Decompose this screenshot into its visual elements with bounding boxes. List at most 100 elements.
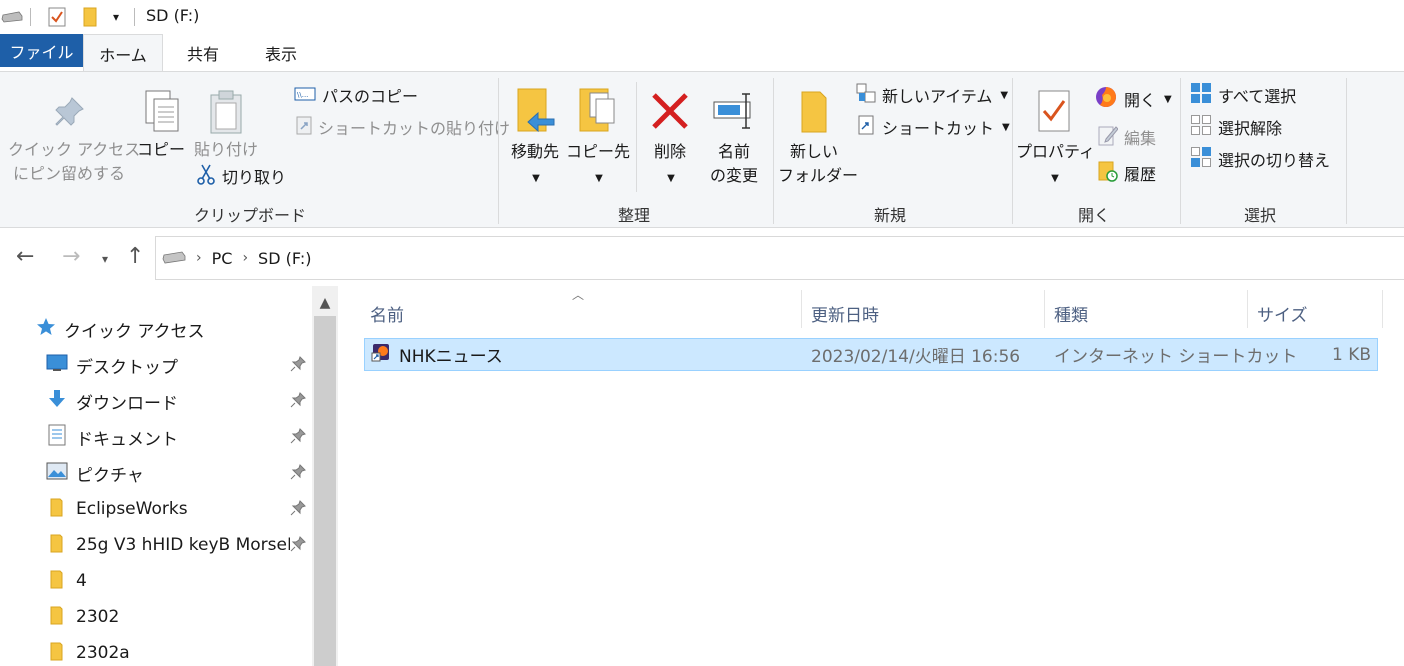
group-separator [636,82,637,192]
nav-item-label: 4 [76,571,87,591]
new-group-label: 新規 [873,206,906,225]
move-to-dropdown-icon: ▼ [532,173,540,184]
select-group-label: 選択 [1243,206,1276,225]
file-row[interactable]: NHKニュース 2023/02/14/火曜日 16:56 インターネット ショー… [364,338,1378,371]
rename-button[interactable]: 名前 の変更 [704,82,764,188]
new-folder-button[interactable]: 新しい フォルダー [778,82,858,188]
title-separator [30,8,31,26]
copy-path-icon: \\... [294,86,316,105]
easy-access-shortcut-button[interactable]: ショートカット ▼ [856,114,1010,140]
column-header-size[interactable]: サイズ [1257,296,1308,330]
move-to-button[interactable]: 移動先 ▼ [504,82,566,191]
invert-selection-button[interactable]: 選択の切り替え [1190,146,1330,172]
properties-button[interactable]: プロパティ ▼ [1016,82,1096,191]
breadcrumb-pc[interactable]: PC [212,249,233,268]
new-folder-label-line1: 新しい [789,142,838,161]
rename-label-line1: 名前 [717,142,750,161]
copy-to-button[interactable]: コピー先 ▼ [566,82,630,191]
address-bar: ← → ▾ ↑ › PC › SD (F:) [0,230,1404,284]
history-icon [1098,160,1118,186]
pin-icon[interactable] [290,392,306,413]
new-folder-icon [778,82,850,140]
copy-to-icon [566,82,630,140]
column-divider[interactable] [1044,290,1045,328]
tab-home[interactable]: ホーム [83,34,163,72]
back-arrow-icon[interactable]: ← [16,244,34,269]
new-folder-quick-icon[interactable] [80,6,100,28]
recent-locations-chevron-icon[interactable]: ▾ [102,252,108,266]
new-item-button[interactable]: 新しいアイテム ▼ [856,82,1008,108]
nav-item-2302a[interactable]: 2302a [46,638,310,666]
copy-path-button[interactable]: \\... パスのコピー [294,82,418,108]
invert-selection-label: 選択の切り替え [1218,151,1331,170]
column-divider[interactable] [1247,290,1248,328]
title-separator [134,8,135,26]
scroll-up-arrow-icon[interactable]: ▲ [312,286,338,320]
edit-button[interactable]: 編集 [1098,124,1156,150]
nav-item-2302[interactable]: 2302 [46,602,310,632]
select-none-button[interactable]: 選択解除 [1190,114,1282,140]
tab-view[interactable]: 表示 [248,34,314,72]
new-item-icon [856,83,876,107]
customize-quick-access-icon[interactable]: ▾ [108,6,124,28]
breadcrumb-sd-drive[interactable]: SD (F:) [258,249,311,268]
nav-item-label: クイック アクセス [64,321,205,342]
nav-item-label: 2302a [76,643,130,663]
paste-shortcut-icon [296,115,312,139]
copy-to-dropdown-icon: ▼ [595,173,603,184]
select-all-button[interactable]: すべて選択 [1190,82,1296,108]
select-none-icon [1190,114,1212,140]
pin-to-quick-access-button[interactable]: クイック アクセス にピン留めする [8,86,140,186]
column-header-modified[interactable]: 更新日時 [811,296,879,330]
tab-share[interactable]: 共有 [170,34,236,72]
pin-icon[interactable] [290,536,306,557]
column-divider[interactable] [801,290,802,328]
column-header-name[interactable]: 名前 [370,296,404,330]
scrollbar-thumb[interactable] [314,316,336,666]
rename-label-line2: の変更 [709,166,758,185]
file-modified: 2023/02/14/火曜日 16:56 [811,347,1021,367]
open-group-label: 開く [1077,206,1110,225]
properties-label: プロパティ [1016,142,1096,161]
pin-icon[interactable] [290,500,306,521]
nav-item-eclipseworks[interactable]: EclipseWorks [46,494,310,524]
cut-button[interactable]: 切り取り [196,163,286,189]
column-divider[interactable] [1382,290,1383,328]
paste-button[interactable]: 貼り付け [192,86,260,162]
pin-icon[interactable] [290,356,306,377]
tab-file[interactable]: ファイル [0,34,83,67]
column-header-type[interactable]: 種類 [1054,296,1088,330]
paste-label: 貼り付け [193,140,258,159]
properties-icon [1016,82,1092,140]
properties-quick-icon[interactable] [46,6,68,28]
nav-item-label: ダウンロード [76,393,178,414]
folder-icon [46,605,68,630]
edit-icon [1098,124,1119,150]
nav-item-pictures[interactable]: ピクチャ [46,458,310,488]
nav-pane-scrollbar[interactable]: ▲ [312,286,338,666]
pin-icon[interactable] [290,464,306,485]
nav-item-documents[interactable]: ドキュメント [46,422,310,452]
nav-item-downloads[interactable]: ダウンロード [46,386,310,416]
shortcut-icon [856,115,876,139]
delete-button[interactable]: 削除 ▼ [644,82,696,191]
up-arrow-icon[interactable]: ↑ [126,244,144,269]
copy-button[interactable]: コピー [136,86,186,162]
navigation-pane: クイック アクセス デスクトップ ダウンロード ドキュメント ピクチャ Ecli… [0,286,338,666]
move-to-label: 移動先 [510,142,559,161]
breadcrumb-chevron-icon[interactable]: › [196,250,202,266]
paste-shortcut-button[interactable]: ショートカットの貼り付け [296,114,510,140]
forward-arrow-icon[interactable]: → [62,244,80,269]
pin-icon[interactable] [290,428,306,449]
nav-item-25g-folder[interactable]: 25g V3 hHID keyB MorseF [46,530,310,560]
breadcrumb-chevron-icon[interactable]: › [242,250,248,266]
nav-item-label: 25g V3 hHID keyB MorseF [76,535,297,555]
address-field[interactable]: › PC › SD (F:) [155,236,1404,280]
file-size: 1 KB [1331,344,1371,365]
nav-item-desktop[interactable]: デスクトップ [46,350,310,380]
svg-text:\\...: \\... [297,91,308,99]
nav-item-quick-access[interactable]: クイック アクセス [36,314,300,344]
nav-item-4[interactable]: 4 [46,566,310,596]
history-button[interactable]: 履歴 [1098,160,1156,186]
open-button[interactable]: 開く ▼ [1094,86,1172,112]
